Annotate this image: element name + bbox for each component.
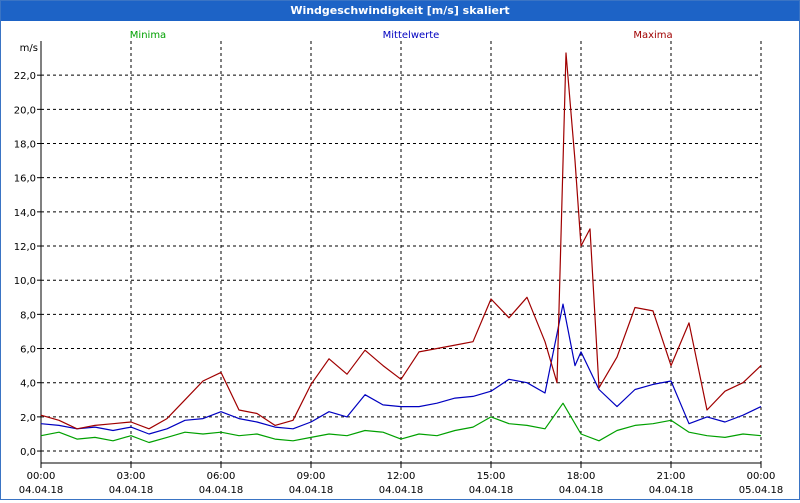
- y-tick-label: 10,0: [14, 276, 36, 287]
- y-axis-unit-label: m/s: [20, 43, 38, 54]
- x-tick-date-label: 04.04.18: [109, 485, 154, 496]
- x-tick-time-label: 00:00: [747, 471, 776, 482]
- x-tick-date-label: 04.04.18: [469, 485, 514, 496]
- x-tick-date-label: 05.04.18: [739, 485, 784, 496]
- wind-speed-chart: 0,0 2,0 4,0 6,0 8,0 10,0 12,0 14,0 16,0 18,0 20,0 2…: [14, 30, 784, 496]
- y-tick-label: 8,0: [20, 310, 36, 321]
- chart-window: Windgeschwindigkeit [m/s] skaliert 0,0 2,…: [0, 0, 800, 500]
- y-tick-label: 14,0: [14, 208, 36, 219]
- y-tick-label: 18,0: [14, 140, 36, 151]
- y-tick-label: 0,0: [20, 447, 36, 458]
- x-tick-date-label: 04.04.18: [289, 485, 334, 496]
- y-tick-label: 4,0: [20, 379, 36, 390]
- x-tick-time-label: 00:00: [27, 471, 56, 482]
- x-tick-time-label: 06:00: [207, 471, 236, 482]
- x-tick-date-label: 04.04.18: [19, 485, 64, 496]
- y-tick-label: 6,0: [20, 345, 36, 356]
- y-tick-label: 2,0: [20, 413, 36, 424]
- x-tick-time-label: 15:00: [477, 471, 506, 482]
- legend-minima: Minima: [130, 30, 166, 41]
- x-tick-date-label: 04.04.18: [379, 485, 424, 496]
- x-tick-date-label: 04.04.18: [199, 485, 244, 496]
- x-tick-date-label: 04.04.18: [649, 485, 694, 496]
- x-tick-time-label: 09:00: [297, 471, 326, 482]
- x-tick-date-label: 04.04.18: [559, 485, 604, 496]
- y-tick-label: 16,0: [14, 174, 36, 185]
- x-tick-time-label: 12:00: [387, 471, 416, 482]
- legend-maxima: Maxima: [633, 30, 672, 41]
- plot-area: 0,0 2,0 4,0 6,0 8,0 10,0 12,0 14,0 16,0 18,0 20,0 2…: [1, 21, 799, 499]
- y-tick-label: 22,0: [14, 71, 36, 82]
- y-tick-label: 20,0: [14, 105, 36, 116]
- x-tick-time-label: 03:00: [117, 471, 146, 482]
- x-tick-time-label: 21:00: [657, 471, 686, 482]
- legend-mittelwerte: Mittelwerte: [383, 30, 440, 41]
- y-tick-label: 12,0: [14, 242, 36, 253]
- window-title: Windgeschwindigkeit [m/s] skaliert: [1, 1, 799, 21]
- x-tick-time-label: 18:00: [567, 471, 596, 482]
